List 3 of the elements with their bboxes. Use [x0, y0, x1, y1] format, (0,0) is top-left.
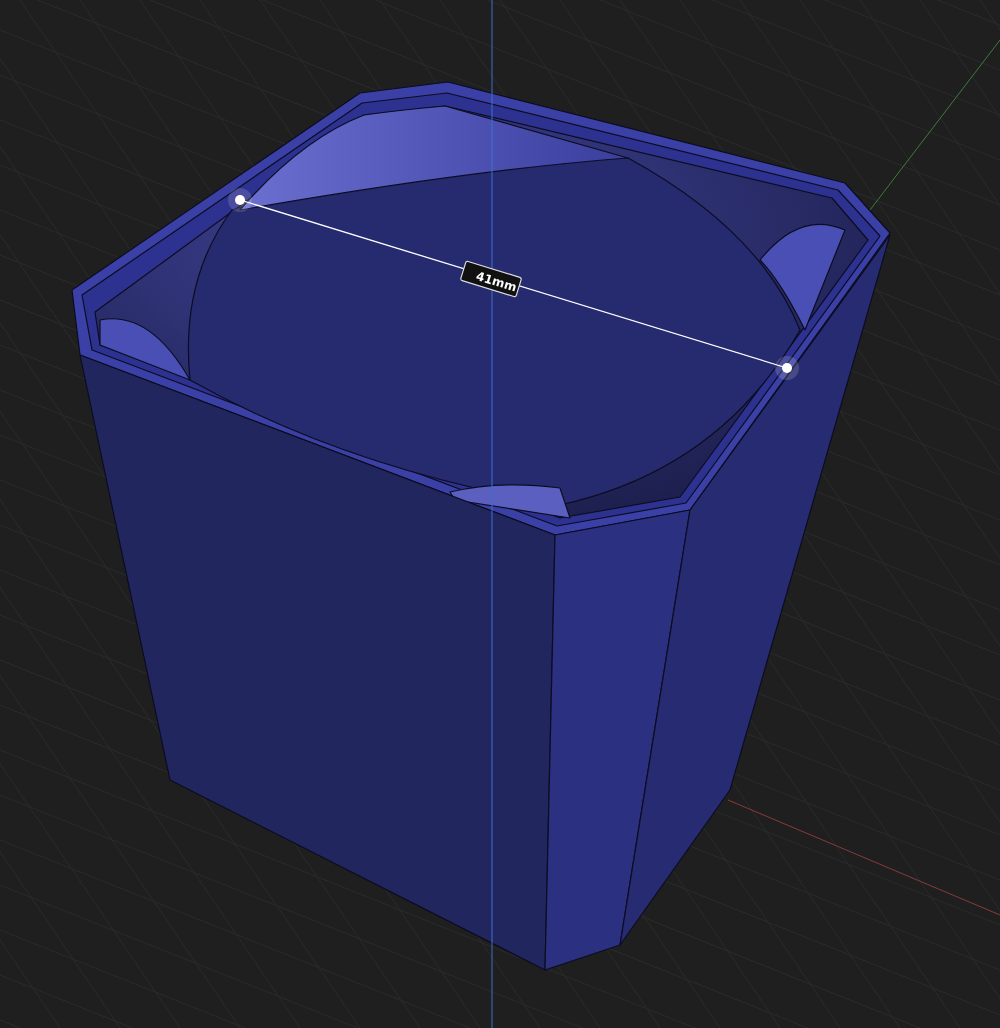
measurement-label[interactable]: 41mm — [459, 260, 523, 298]
box-model-drawing[interactable] — [71, 81, 891, 971]
viewport-canvas[interactable]: 41mm — [0, 0, 1000, 1028]
